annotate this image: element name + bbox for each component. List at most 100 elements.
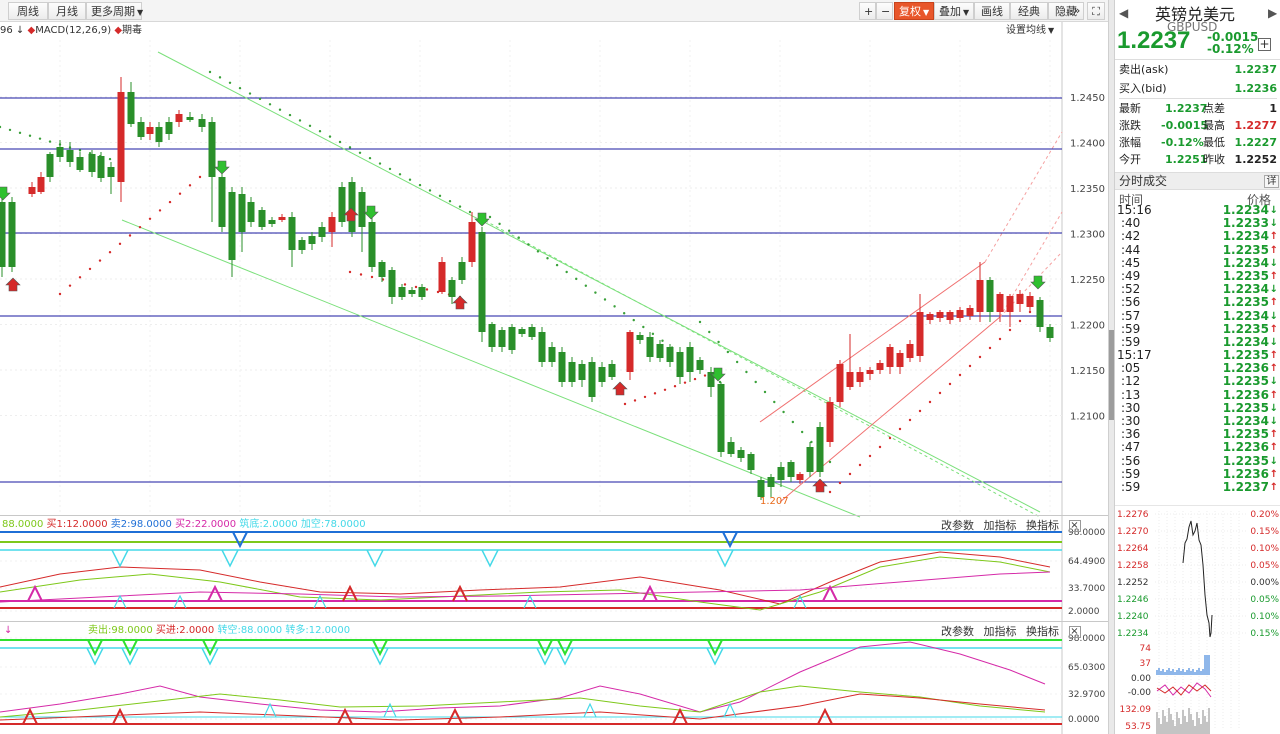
- candle-body: [626, 332, 634, 372]
- sar-dot: [348, 270, 352, 274]
- zoom-out-button[interactable]: −: [876, 2, 893, 20]
- price-tick-label: 1.2100: [1070, 412, 1105, 423]
- classic-button[interactable]: 经典: [1010, 2, 1048, 20]
- candle-body: [66, 150, 74, 162]
- change-params-button[interactable]: 改参数: [941, 625, 974, 638]
- candle-body: [666, 347, 674, 362]
- mini-left-axis-label: 1.2252: [1117, 578, 1149, 588]
- sar-dot: [318, 130, 322, 133]
- arrow-down-icon: ↓: [1269, 376, 1278, 388]
- prev-symbol-icon[interactable]: ◀: [1119, 6, 1128, 20]
- period-week-button[interactable]: 周线: [8, 2, 48, 20]
- candle-body: [308, 236, 316, 244]
- tick-row: :42 1.2234 ↑: [1115, 230, 1280, 243]
- candle-body: [117, 92, 125, 182]
- sar-dot: [673, 385, 677, 388]
- close-icon[interactable]: ×: [1068, 626, 1081, 638]
- sell-signal-arrow-icon: [1030, 275, 1046, 290]
- detail-button[interactable]: 详: [1264, 175, 1279, 188]
- switch-indicator-button[interactable]: 换指标: [1026, 519, 1059, 532]
- fuquan-dropdown[interactable]: 复权 ▼: [894, 2, 934, 20]
- ind-dip: [111, 549, 129, 568]
- ind-dip: [557, 639, 573, 657]
- sar-dot: [248, 92, 252, 95]
- zoom-in-button[interactable]: +: [859, 2, 876, 20]
- add-watchlist-icon[interactable]: +: [1258, 38, 1271, 51]
- sar-dot: [108, 251, 112, 254]
- period-month-button[interactable]: 月线: [48, 2, 86, 20]
- candle-body: [656, 344, 664, 358]
- ask-label: 卖出(ask): [1119, 63, 1169, 76]
- sar-dot: [958, 373, 962, 377]
- candle-body: [8, 202, 16, 267]
- chevron-down-icon: ▼: [963, 8, 970, 17]
- panel1-legend-item: 加空:78.0000: [300, 519, 366, 530]
- tick-price: 1.2236: [1222, 361, 1269, 376]
- next-symbol-icon[interactable]: ▶: [1268, 6, 1277, 20]
- sar-dot: [683, 381, 687, 384]
- change-params-button[interactable]: 改参数: [941, 519, 974, 532]
- double-arrow-icon[interactable]: »: [1071, 2, 1083, 20]
- sar-dot: [622, 312, 626, 315]
- tick-price: 1.2234: [1222, 334, 1269, 349]
- draw-line-button[interactable]: 画线: [974, 2, 1010, 20]
- expand-icon[interactable]: ⛶: [1087, 2, 1105, 20]
- add-indicator-button[interactable]: 加指标: [984, 625, 1017, 638]
- switch-indicator-button[interactable]: 换指标: [1026, 625, 1059, 638]
- quote-panel: ◀ 英镑兑美元 ▶ GBPUSD 1.2237 -0.0015 -0.12% +…: [1114, 0, 1280, 734]
- candle-body: [46, 154, 54, 177]
- chevron-down-icon: ▼: [137, 8, 144, 17]
- candle-body: [757, 480, 765, 497]
- sar-dot: [168, 200, 172, 204]
- ind-dip: [722, 531, 738, 549]
- candle-body: [448, 280, 456, 297]
- overlay-dropdown[interactable]: 叠加 ▼: [934, 2, 974, 20]
- arrow-up-icon: ↑: [1269, 270, 1278, 282]
- tick-price: 1.2235: [1222, 321, 1269, 336]
- spread-value: 1: [1269, 102, 1277, 115]
- candle-body: [588, 362, 596, 397]
- sar-dot: [208, 70, 212, 74]
- tick-time: :49: [1121, 268, 1141, 283]
- candle-body: [348, 182, 356, 232]
- ind-spike: [822, 584, 838, 602]
- candle-body: [686, 347, 694, 372]
- ask-value: 1.2237: [1234, 63, 1277, 76]
- arrow-shape: [5, 277, 21, 292]
- arrow-up-icon: ↑: [1269, 481, 1278, 493]
- ind-dip: [122, 639, 138, 657]
- sar-dot: [288, 113, 292, 117]
- ind-dip: [366, 549, 384, 568]
- candle-body: [278, 217, 286, 220]
- tick-list[interactable]: 15:16 1.2234 ↓:40 1.2233 ↓:42 1.2234 ↑:44 1.223…: [1115, 204, 1280, 494]
- candle-body: [767, 477, 775, 487]
- arrow-down-icon: ↓: [1269, 310, 1278, 322]
- candle-body: [378, 262, 386, 277]
- channel-line: [759, 261, 986, 423]
- tick-time: :13: [1121, 387, 1141, 402]
- panel2-axis-label: 65.0300: [1068, 663, 1105, 673]
- sar-dot: [298, 119, 302, 122]
- more-period-dropdown[interactable]: 更多周期 ▼: [86, 2, 144, 20]
- sar-dot: [928, 400, 932, 404]
- candle-body: [727, 442, 735, 454]
- arrow-up-icon: ↑: [1269, 429, 1278, 441]
- overlay-label: 叠加: [939, 5, 961, 18]
- panel1-legend: 88.0000 买1:12.0000 卖2:98.0000 买2:22.0000…: [2, 518, 366, 532]
- candlesticks: 1.207: [0, 77, 1054, 507]
- panel1-legend-item: 筑底:2.0000: [239, 519, 301, 530]
- fuquan-label: 复权: [899, 5, 921, 18]
- add-indicator-button[interactable]: 加指标: [984, 519, 1017, 532]
- sell-signal-arrow-icon: [0, 186, 11, 201]
- close-icon[interactable]: ×: [1068, 520, 1081, 532]
- tick-price: 1.2235: [1222, 268, 1269, 283]
- candle-body: [155, 127, 163, 142]
- candle-body: [418, 287, 426, 297]
- arrow-up-icon: ↑: [1269, 363, 1278, 375]
- panel2-legend-item: 买进:2.0000: [155, 625, 218, 636]
- candle-body: [548, 347, 556, 362]
- candle-body: [88, 154, 96, 172]
- sar-dot: [238, 86, 242, 90]
- high-value: 1.2277: [1234, 119, 1277, 132]
- arrow-up-icon: ↑: [1269, 389, 1278, 401]
